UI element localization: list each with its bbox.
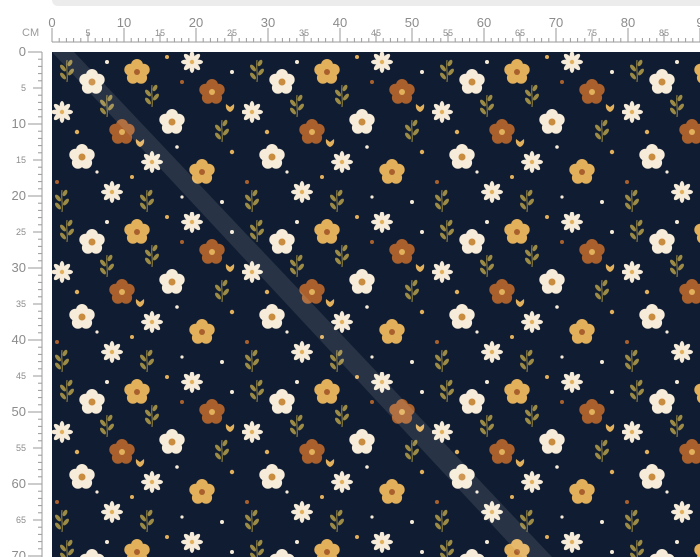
horizontal-ruler: 01020304050607080951525354555657585 — [48, 15, 700, 43]
ruler-minor-label: 5 — [85, 28, 90, 38]
ruler-minor-label: 25 — [227, 28, 237, 38]
ruler-major-label: 70 — [12, 548, 26, 557]
ruler-minor-label: 15 — [155, 28, 165, 38]
pattern-fill — [52, 52, 700, 557]
ruler-major-label: 80 — [621, 15, 635, 30]
ruler-minor-label: 65 — [515, 28, 525, 38]
ruler-minor-label: 75 — [587, 28, 597, 38]
vertical-ruler: 0 10 20 30 40 50 60 70 5 15 25 35 45 55 65 — [12, 44, 43, 557]
ruler-major-label: 40 — [333, 15, 347, 30]
ruler-major-label: 9 — [696, 15, 700, 30]
ruler-major-label: 60 — [477, 15, 491, 30]
ruler-major-label: 50 — [12, 404, 26, 419]
ruler-minor-label: 55 — [443, 28, 453, 38]
ruler-major-label: 20 — [189, 15, 203, 30]
ruler-major-label: 60 — [12, 476, 26, 491]
fabric-swatch — [52, 52, 700, 557]
ruler-minor-label: 65 — [16, 515, 26, 525]
ruler-minor-label: 35 — [16, 299, 26, 309]
ruler-major-label: 10 — [117, 15, 131, 30]
ruler-major-label: 30 — [261, 15, 275, 30]
ruler-major-label: 10 — [12, 116, 26, 131]
ruler-major-label: 70 — [549, 15, 563, 30]
floral-pattern — [52, 52, 700, 557]
ruler-minor-label: 55 — [16, 443, 26, 453]
ruler-major-label: 30 — [12, 260, 26, 275]
ruler-minor-label: 15 — [16, 155, 26, 165]
ruler-minor-label: 45 — [16, 371, 26, 381]
ruler-major-label: 0 — [19, 44, 26, 59]
ruler-major-label: 50 — [405, 15, 419, 30]
ruler-minor-label: 85 — [659, 28, 669, 38]
ruler-minor-label: 5 — [21, 83, 26, 93]
ruler-minor-label: 45 — [371, 28, 381, 38]
ruler-major-label: 40 — [12, 332, 26, 347]
ruler-minor-label: 25 — [16, 227, 26, 237]
ruler-minor-label: 35 — [299, 28, 309, 38]
ruler-major-label: 20 — [12, 188, 26, 203]
